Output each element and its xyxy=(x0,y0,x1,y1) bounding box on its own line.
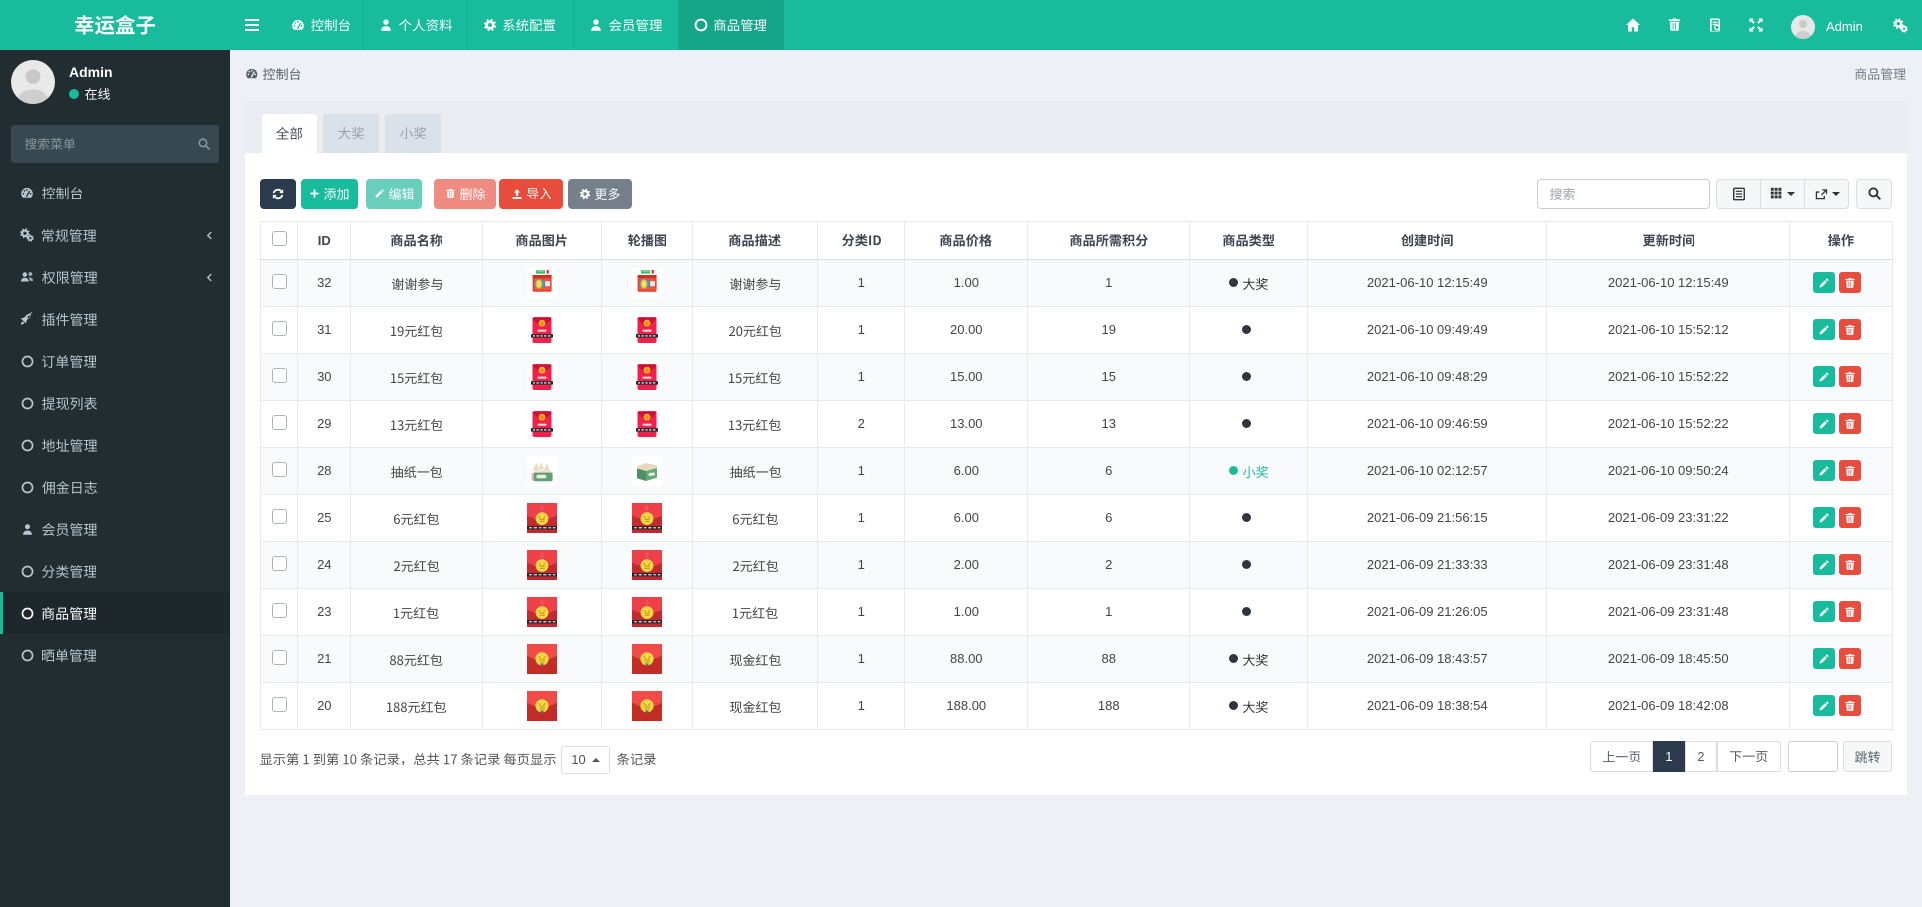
svg-text:1: 1 xyxy=(645,600,649,607)
svg-text:2: 2 xyxy=(540,553,544,560)
svg-text:6: 6 xyxy=(540,506,544,513)
svg-text:6: 6 xyxy=(645,506,649,513)
svg-text:2: 2 xyxy=(645,553,649,560)
svg-text:1: 1 xyxy=(540,600,544,607)
